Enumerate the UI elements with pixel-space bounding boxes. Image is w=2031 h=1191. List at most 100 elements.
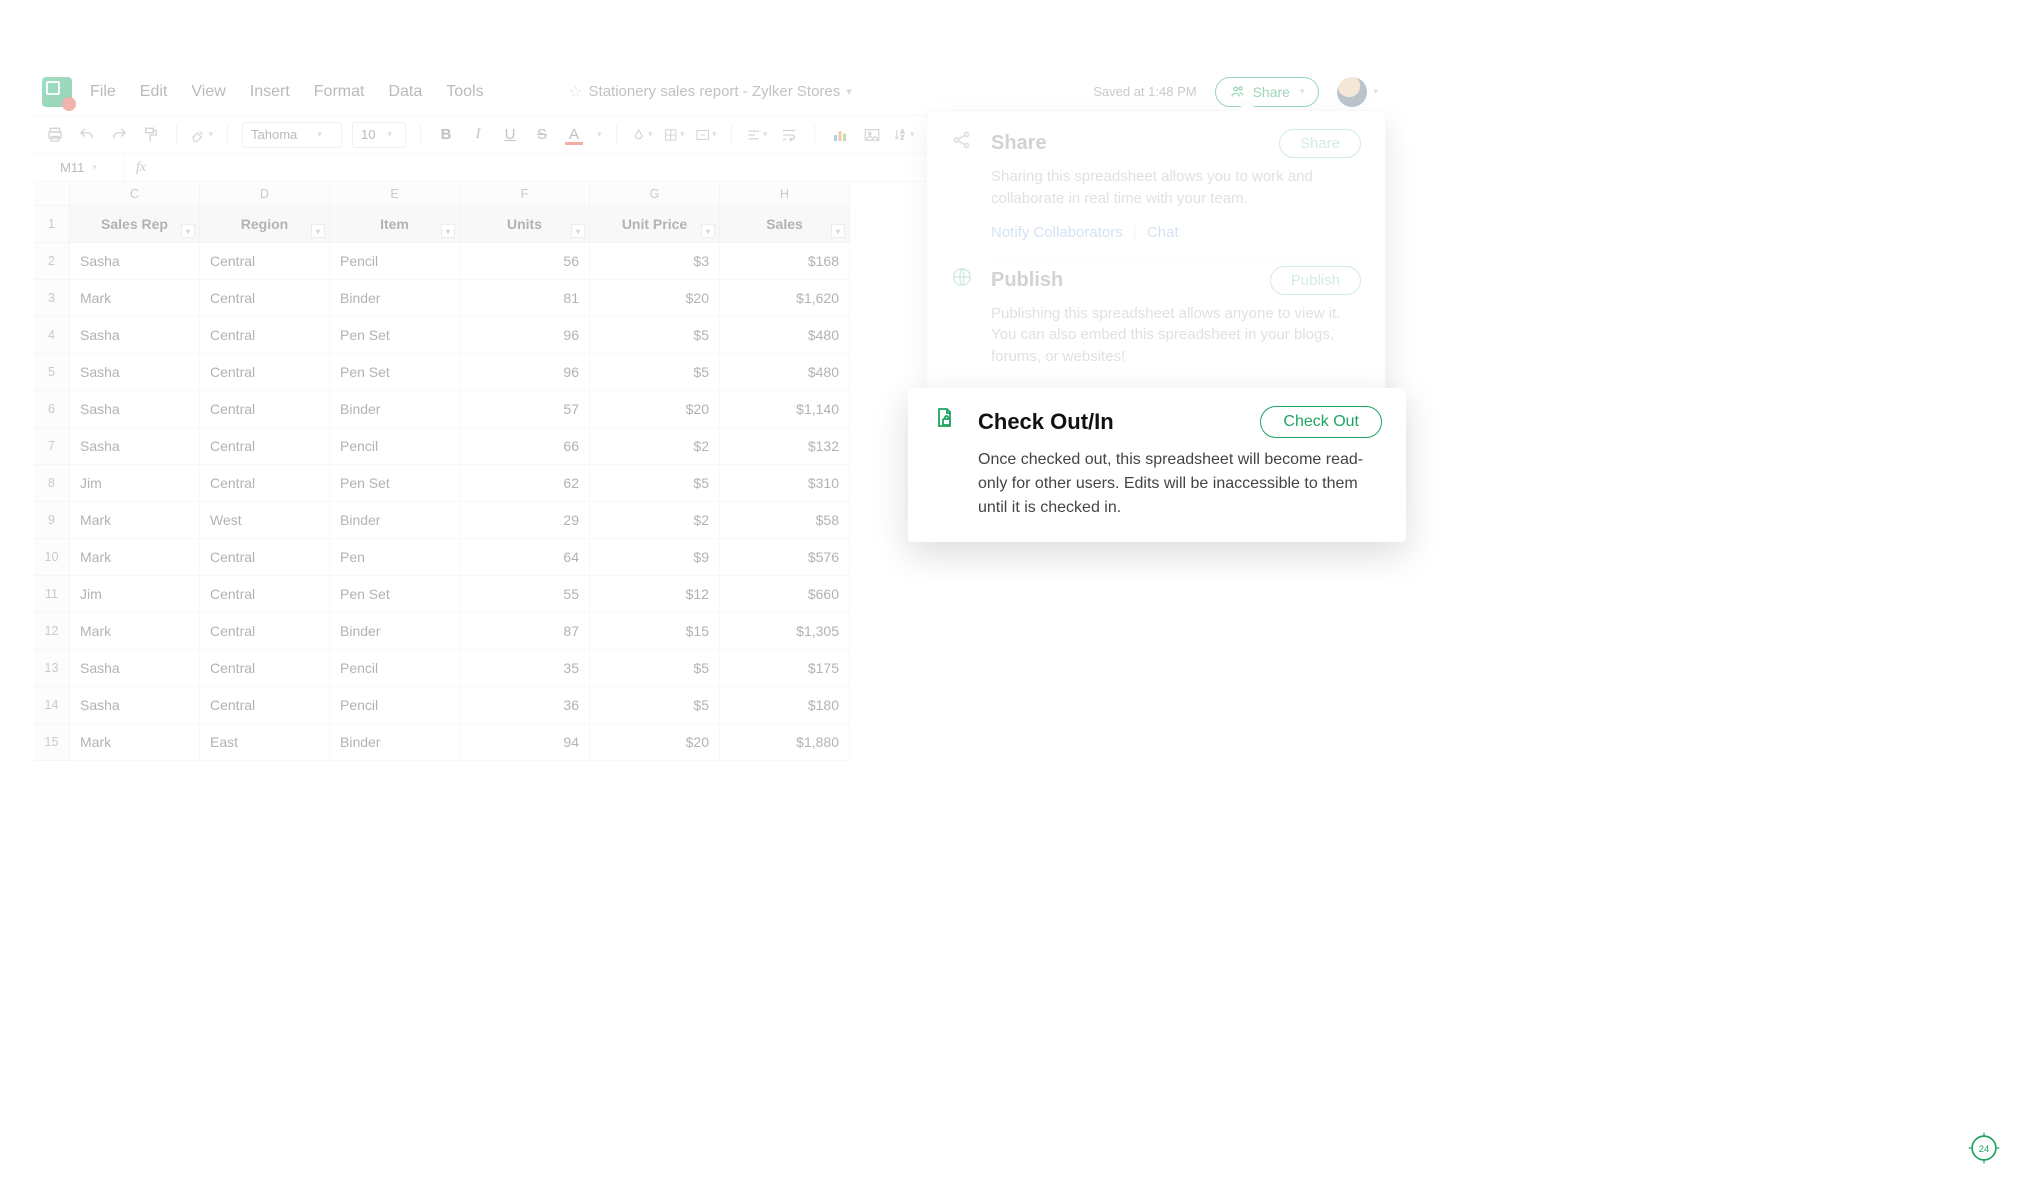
underline-button[interactable]: U (499, 126, 521, 143)
cell-region[interactable]: Central (200, 428, 330, 465)
menu-tools[interactable]: Tools (446, 83, 483, 101)
row-header[interactable]: 8 (34, 465, 70, 502)
table-header-sales-rep[interactable]: Sales Rep▾ (70, 206, 200, 243)
chat-link[interactable]: Chat (1147, 224, 1179, 241)
cell-unit-price[interactable]: $5 (590, 354, 720, 391)
strikethrough-button[interactable]: S (531, 126, 553, 143)
cell-unit-price[interactable]: $5 (590, 650, 720, 687)
filter-icon[interactable]: ▾ (571, 224, 585, 238)
cell-item[interactable]: Binder (330, 724, 460, 761)
filter-icon[interactable]: ▾ (441, 224, 455, 238)
row-header[interactable]: 10 (34, 539, 70, 576)
cell-region[interactable]: West (200, 502, 330, 539)
cell-unit-price[interactable]: $5 (590, 317, 720, 354)
cell-units[interactable]: 64 (460, 539, 590, 576)
cell-region[interactable]: Central (200, 539, 330, 576)
notify-collaborators-link[interactable]: Notify Collaborators (991, 224, 1123, 241)
font-size-select[interactable]: 10▾ (352, 122, 406, 148)
cell-sales[interactable]: $132 (720, 428, 850, 465)
cell-region[interactable]: Central (200, 576, 330, 613)
filter-icon[interactable]: ▾ (701, 224, 715, 238)
cell-sales-rep[interactable]: Mark (70, 539, 200, 576)
table-header-unit-price[interactable]: Unit Price▾ (590, 206, 720, 243)
column-header[interactable]: F (460, 182, 590, 206)
cell-unit-price[interactable]: $2 (590, 428, 720, 465)
row-header[interactable]: 12 (34, 613, 70, 650)
text-color-button[interactable]: A (563, 126, 585, 143)
cell-item[interactable]: Binder (330, 391, 460, 428)
cell-region[interactable]: Central (200, 354, 330, 391)
cell-unit-price[interactable]: $20 (590, 724, 720, 761)
undo-icon[interactable] (76, 124, 98, 146)
menu-insert[interactable]: Insert (250, 83, 290, 101)
row-header[interactable]: 2 (34, 243, 70, 280)
cell-sales[interactable]: $576 (720, 539, 850, 576)
cell-unit-price[interactable]: $20 (590, 280, 720, 317)
cell-sales-rep[interactable]: Sasha (70, 428, 200, 465)
cell-region[interactable]: Central (200, 465, 330, 502)
cell-sales[interactable]: $1,140 (720, 391, 850, 428)
cell-sales[interactable]: $58 (720, 502, 850, 539)
sort-icon[interactable]: AZ▾ (893, 124, 915, 146)
column-header[interactable]: H (720, 182, 850, 206)
checkout-action-button[interactable]: Check Out (1260, 406, 1382, 438)
cell-sales-rep[interactable]: Sasha (70, 687, 200, 724)
filter-icon[interactable]: ▾ (311, 224, 325, 238)
cell-sales-rep[interactable]: Mark (70, 502, 200, 539)
table-header-sales[interactable]: Sales▾ (720, 206, 850, 243)
cell-unit-price[interactable]: $15 (590, 613, 720, 650)
cell-item[interactable]: Pen Set (330, 317, 460, 354)
cell-region[interactable]: Central (200, 687, 330, 724)
cell-sales-rep[interactable]: Sasha (70, 650, 200, 687)
cell-item[interactable]: Pencil (330, 687, 460, 724)
row-header[interactable]: 14 (34, 687, 70, 724)
cell-item[interactable]: Pencil (330, 243, 460, 280)
table-header-region[interactable]: Region▾ (200, 206, 330, 243)
cell-sales[interactable]: $310 (720, 465, 850, 502)
fill-color-icon[interactable]: ▾ (631, 124, 653, 146)
cell-item[interactable]: Pen Set (330, 354, 460, 391)
cell-units[interactable]: 87 (460, 613, 590, 650)
cell-region[interactable]: East (200, 724, 330, 761)
menu-format[interactable]: Format (314, 83, 365, 101)
assistant-badge-icon[interactable]: 24 (1967, 1131, 2001, 1165)
cell-item[interactable]: Pencil (330, 650, 460, 687)
cell-units[interactable]: 96 (460, 354, 590, 391)
cell-region[interactable]: Central (200, 613, 330, 650)
merge-cells-icon[interactable]: ▾ (695, 124, 717, 146)
select-all-corner[interactable] (34, 182, 70, 206)
cell-units[interactable]: 36 (460, 687, 590, 724)
cell-region[interactable]: Central (200, 280, 330, 317)
cell-item[interactable]: Pen Set (330, 465, 460, 502)
bold-button[interactable]: B (435, 126, 457, 143)
row-header[interactable]: 11 (34, 576, 70, 613)
share-button[interactable]: Share ▾ (1215, 77, 1320, 107)
column-header[interactable]: C (70, 182, 200, 206)
align-icon[interactable]: ▾ (746, 124, 768, 146)
cell-item[interactable]: Binder (330, 613, 460, 650)
borders-icon[interactable]: ▾ (663, 124, 685, 146)
cell-unit-price[interactable]: $9 (590, 539, 720, 576)
cell-sales-rep[interactable]: Mark (70, 724, 200, 761)
column-header[interactable]: E (330, 182, 460, 206)
cell-sales-rep[interactable]: Sasha (70, 391, 200, 428)
table-header-item[interactable]: Item▾ (330, 206, 460, 243)
filter-icon[interactable]: ▾ (831, 224, 845, 238)
cell-unit-price[interactable]: $2 (590, 502, 720, 539)
cell-sales[interactable]: $1,880 (720, 724, 850, 761)
cell-unit-price[interactable]: $5 (590, 465, 720, 502)
cell-sales-rep[interactable]: Sasha (70, 354, 200, 391)
cell-sales[interactable]: $168 (720, 243, 850, 280)
row-header[interactable]: 15 (34, 724, 70, 761)
name-box[interactable]: M11▾ (34, 154, 124, 181)
wrap-text-icon[interactable] (778, 124, 800, 146)
row-header[interactable]: 5 (34, 354, 70, 391)
cell-sales[interactable]: $1,620 (720, 280, 850, 317)
cell-units[interactable]: 62 (460, 465, 590, 502)
cell-unit-price[interactable]: $12 (590, 576, 720, 613)
menu-edit[interactable]: Edit (140, 83, 168, 101)
cell-units[interactable]: 35 (460, 650, 590, 687)
row-header[interactable]: 4 (34, 317, 70, 354)
cell-units[interactable]: 94 (460, 724, 590, 761)
cell-sales[interactable]: $480 (720, 317, 850, 354)
